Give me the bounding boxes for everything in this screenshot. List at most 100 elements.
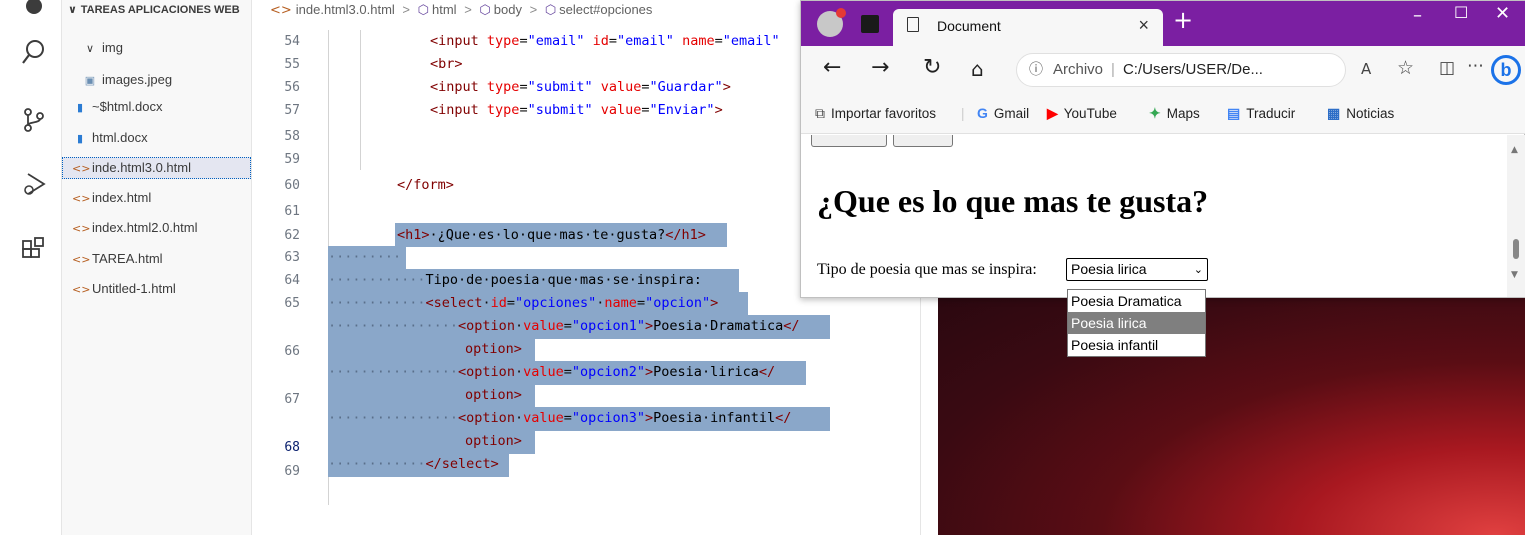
favorite-label: Maps (1166, 106, 1200, 121)
breadcrumb-body[interactable]: body (494, 2, 522, 17)
more-options-icon[interactable]: ⋯ (1467, 56, 1484, 76)
forward-icon[interactable]: → (871, 55, 889, 80)
browser-titlebar: Document × + – ☐ ✕ (801, 1, 1525, 46)
chevron-right-icon: > (464, 2, 472, 17)
html-file-icon: <> (72, 253, 91, 266)
word-icon: ▮ (76, 133, 84, 145)
line-number-active: 68 (284, 440, 300, 455)
button-remnant[interactable] (893, 135, 953, 147)
image-icon: ▣ (84, 75, 96, 87)
favorite-maps[interactable]: ✦ Maps (1149, 105, 1200, 122)
read-aloud-icon[interactable]: A (1361, 60, 1371, 78)
copilot-icon[interactable]: b (1491, 55, 1521, 85)
favorite-youtube[interactable]: ▶ YouTube (1047, 105, 1117, 122)
scroll-down-icon[interactable]: ▼ (1511, 270, 1518, 280)
address-bar[interactable]: ⓘ Archivo | C:/Users/USER/De... (1016, 53, 1346, 87)
new-tab-icon[interactable]: + (1173, 6, 1193, 34)
favorite-label: Gmail (993, 106, 1030, 121)
favorite-gmail[interactable]: G Gmail (977, 105, 1029, 121)
breadcrumb-select[interactable]: select#opciones (559, 2, 652, 17)
search-icon[interactable] (20, 38, 48, 66)
indent-guide (360, 30, 361, 170)
url-separator: | (1111, 61, 1115, 78)
browser-window: Document × + – ☐ ✕ ← → ↻ ⌂ ⓘ Archivo | C:/U… (800, 0, 1525, 298)
scroll-up-icon[interactable]: ▲ (1511, 145, 1518, 155)
explorer-icon[interactable] (20, 0, 48, 20)
favorite-traducir[interactable]: ▤ Traducir (1227, 105, 1295, 122)
split-screen-icon[interactable]: ◫ (1439, 58, 1455, 78)
scroll-thumb[interactable] (1513, 239, 1519, 259)
import-favorites-button[interactable]: ⧉ Importar favoritos (815, 105, 936, 122)
favorite-star-icon[interactable]: ☆ (1397, 57, 1414, 79)
element-icon: ⬡ (544, 3, 557, 18)
favorite-noticias[interactable]: ▦ Noticias (1327, 105, 1394, 122)
explorer-root-header[interactable]: ∨ TAREAS APLICACIONES WEB (62, 0, 252, 20)
tab-actions-icon[interactable] (861, 15, 879, 33)
code-line: <br> (430, 56, 463, 72)
tree-file-index-html2[interactable]: <> index.html2.0.html (72, 217, 198, 239)
chevron-down-icon: ∨ (68, 3, 81, 16)
page-heading: ¿Que es lo que mas te gusta? (817, 183, 1209, 219)
file-label: Untitled-1.html (92, 281, 176, 296)
tree-file-temp-docx[interactable]: ▮ ~$html.docx (72, 96, 162, 118)
favorite-label: Noticias (1346, 106, 1395, 121)
select-dropdown-list: Poesia Dramatica Poesia lirica Poesia in… (1067, 289, 1206, 357)
run-debug-icon[interactable] (20, 170, 48, 198)
option-poesia-dramatica[interactable]: Poesia Dramatica (1068, 290, 1205, 312)
code-line: ············Tipo·de·poesia·que·mas·se·in… (328, 272, 702, 288)
activity-bar (0, 0, 62, 535)
tab-document[interactable]: Document × (893, 9, 1163, 46)
line-number: 62 (284, 228, 300, 243)
minimize-icon[interactable]: – (1413, 5, 1422, 26)
url-text: C:/Users/USER/De... (1122, 61, 1263, 78)
maximize-icon[interactable]: ☐ (1454, 3, 1468, 22)
file-label: TAREA.html (92, 251, 163, 266)
tree-file-index-html[interactable]: <> index.html (72, 187, 151, 209)
code-line: <input type="submit" value="Enviar"> (430, 102, 723, 118)
code-line: option> (465, 341, 522, 357)
file-label: ~$html.docx (92, 99, 163, 114)
html-file-icon: <> (270, 3, 292, 18)
breadcrumb-file[interactable]: inde.html3.0.html (296, 2, 395, 17)
option-poesia-lirica[interactable]: Poesia lirica (1068, 312, 1205, 334)
google-icon: G (977, 105, 988, 121)
profile-avatar[interactable] (817, 8, 846, 37)
source-control-icon[interactable] (20, 106, 48, 134)
file-label: index.html2.0.html (92, 220, 198, 235)
code-line: <input type="submit" value="Guardar"> (430, 79, 731, 95)
info-icon: ⓘ (1029, 62, 1043, 78)
html-file-icon: <> (72, 283, 91, 296)
line-number: 63 (284, 250, 300, 265)
tree-file-images-jpeg[interactable]: ▣ images.jpeg (82, 69, 172, 91)
file-label: html.docx (92, 130, 148, 145)
page-scrollbar[interactable]: ▲ ▼ (1507, 135, 1525, 297)
refresh-icon[interactable]: ↻ (923, 55, 941, 80)
tree-file-untitled-html[interactable]: <> Untitled-1.html (72, 278, 176, 300)
element-icon: ⬡ (479, 3, 491, 18)
code-line: option> (465, 433, 522, 449)
poetry-select[interactable]: Poesia lirica ⌄ (1066, 258, 1208, 281)
option-poesia-infantil[interactable]: Poesia infantil (1068, 334, 1205, 356)
breadcrumb-html[interactable]: html (432, 2, 457, 17)
back-icon[interactable]: ← (823, 55, 841, 80)
tree-folder-img[interactable]: ∨ img (82, 37, 123, 59)
tab-title: Document (937, 18, 1001, 34)
tree-file-inde-html3[interactable]: <> inde.html3.0.html (62, 157, 251, 179)
code-line: option> (465, 387, 522, 403)
favorites-divider: | (961, 106, 965, 121)
close-tab-icon[interactable]: × (1138, 15, 1149, 36)
home-icon[interactable]: ⌂ (971, 57, 984, 81)
extensions-icon[interactable] (20, 236, 48, 264)
favorite-label: Traducir (1246, 106, 1296, 121)
close-window-icon[interactable]: ✕ (1495, 3, 1510, 24)
select-value: Poesia lirica (1071, 261, 1147, 277)
file-label: index.html (92, 190, 152, 205)
html-file-icon: <> (72, 222, 91, 235)
tree-file-html-docx[interactable]: ▮ html.docx (72, 127, 148, 149)
chevron-down-icon: ⌄ (1193, 263, 1203, 276)
chevron-down-icon: ∨ (85, 42, 95, 55)
select-prompt: Tipo de poesia que mas se inspira: (817, 261, 1037, 278)
whitespace-dots: ········· (328, 249, 402, 265)
tree-file-tarea-html[interactable]: <> TAREA.html (72, 248, 163, 270)
button-remnant[interactable] (811, 135, 887, 147)
